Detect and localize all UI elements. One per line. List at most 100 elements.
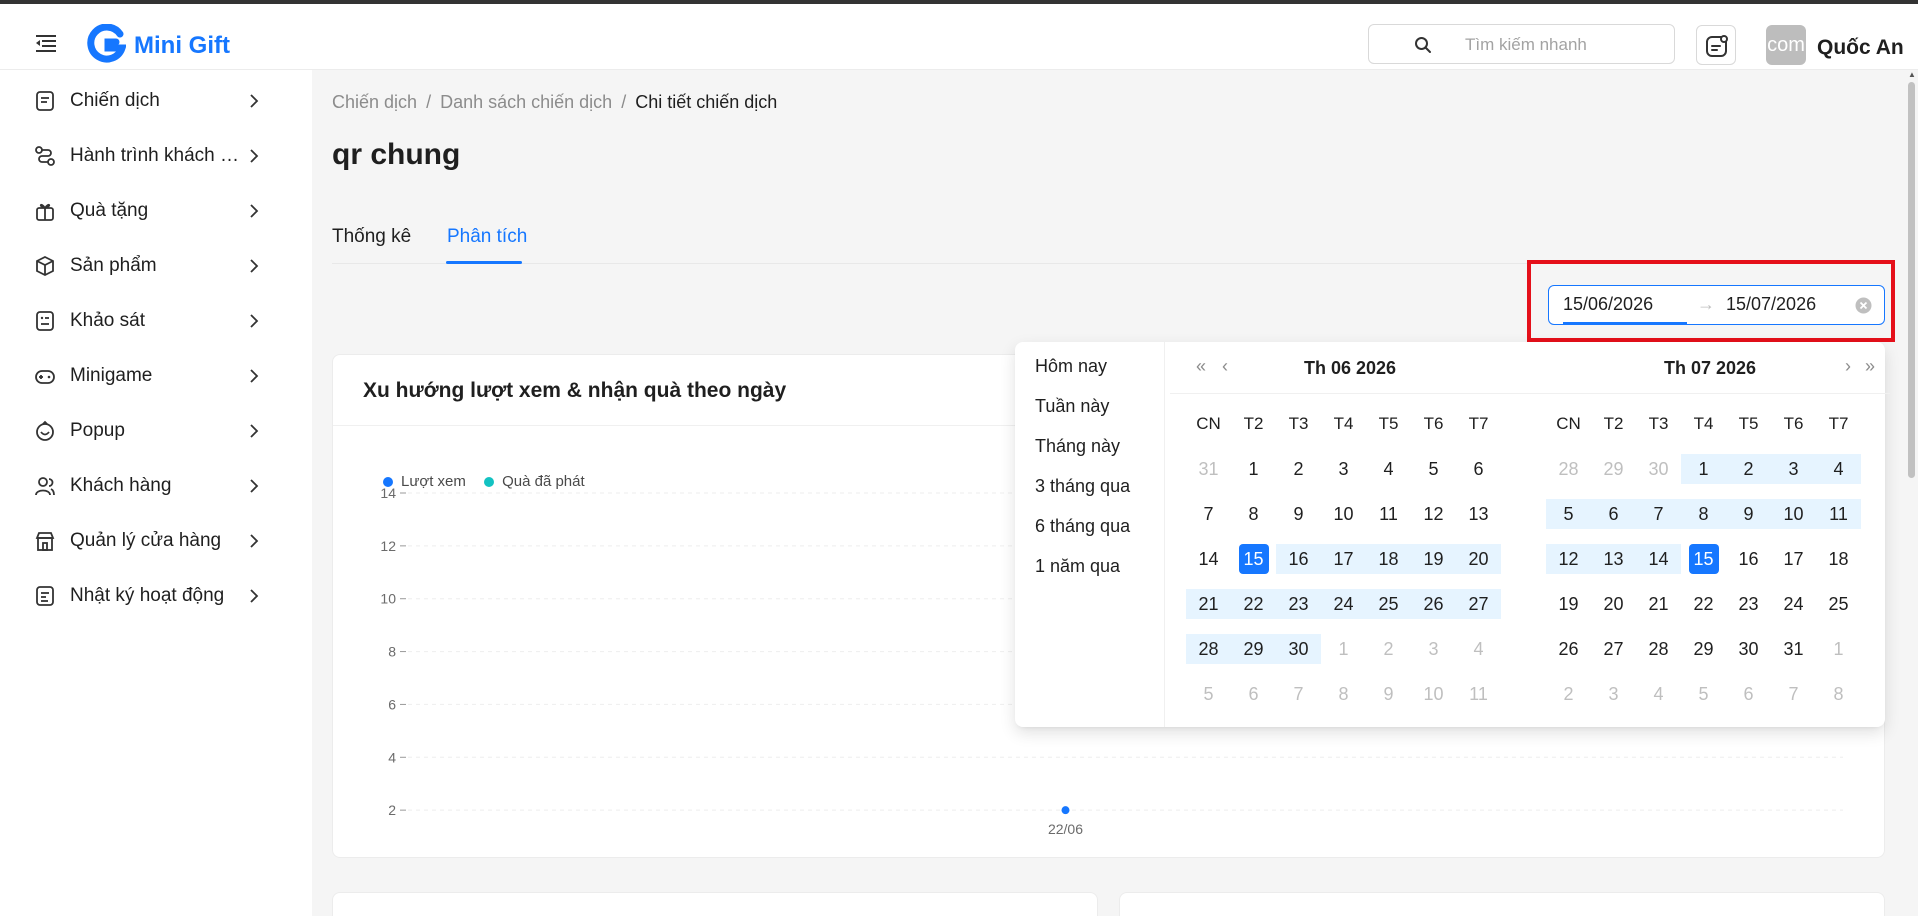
scroll-thumb[interactable] bbox=[1908, 82, 1915, 478]
calendar-day-cell[interactable]: 4 bbox=[1636, 679, 1681, 709]
calendar-day-cell[interactable]: 15 bbox=[1681, 544, 1726, 574]
calendar-day-cell[interactable]: 20 bbox=[1591, 589, 1636, 619]
calendar-day-cell[interactable]: 26 bbox=[1546, 634, 1591, 664]
calendar-day-cell[interactable]: 28 bbox=[1186, 634, 1231, 664]
preset-this-week[interactable]: Tuần này bbox=[1035, 396, 1109, 417]
sidebar-item-campaign[interactable]: Chiến dịch bbox=[0, 76, 312, 126]
calendar-day-cell[interactable]: 18 bbox=[1816, 544, 1861, 574]
range-start-input[interactable]: 15/06/2026 bbox=[1563, 294, 1653, 315]
calendar-day-cell[interactable]: 12 bbox=[1411, 499, 1456, 529]
calendar-day-cell[interactable]: 23 bbox=[1726, 589, 1771, 619]
calendar-day-cell[interactable]: 23 bbox=[1276, 589, 1321, 619]
calendar-day-cell[interactable]: 7 bbox=[1771, 679, 1816, 709]
calendar-day-cell[interactable]: 5 bbox=[1411, 454, 1456, 484]
breadcrumb-item-campaign[interactable]: Chiến dịch bbox=[332, 92, 417, 112]
calendar-day-cell[interactable]: 2 bbox=[1276, 454, 1321, 484]
calendar-day-cell[interactable]: 22 bbox=[1681, 589, 1726, 619]
next-month-icon[interactable]: › bbox=[1845, 356, 1851, 377]
calendar-day-cell[interactable]: 29 bbox=[1591, 454, 1636, 484]
calendar-day-cell[interactable]: 17 bbox=[1321, 544, 1366, 574]
calendar-day-cell[interactable]: 24 bbox=[1771, 589, 1816, 619]
calendar-day-cell[interactable]: 8 bbox=[1321, 679, 1366, 709]
sidebar-item-gifts[interactable]: Quà tặng bbox=[0, 186, 312, 236]
calendar-day-cell[interactable]: 13 bbox=[1591, 544, 1636, 574]
calendar-day-cell[interactable]: 19 bbox=[1411, 544, 1456, 574]
calendar-day-cell[interactable]: 21 bbox=[1186, 589, 1231, 619]
calendar-day-cell[interactable]: 10 bbox=[1771, 499, 1816, 529]
calendar-day-cell[interactable]: 11 bbox=[1366, 499, 1411, 529]
calendar-day-cell[interactable]: 31 bbox=[1186, 454, 1231, 484]
calendar-day-cell[interactable]: 13 bbox=[1456, 499, 1501, 529]
calendar-day-cell[interactable]: 12 bbox=[1546, 544, 1591, 574]
calendar-day-cell[interactable]: 28 bbox=[1546, 454, 1591, 484]
calendar-day-cell[interactable]: 26 bbox=[1411, 589, 1456, 619]
sidebar-item-minigame[interactable]: Minigame bbox=[0, 351, 312, 401]
next-year-icon[interactable]: » bbox=[1865, 356, 1875, 377]
calendar-day-cell[interactable]: 8 bbox=[1681, 499, 1726, 529]
calendar-day-cell[interactable]: 8 bbox=[1231, 499, 1276, 529]
preset-last-year[interactable]: 1 năm qua bbox=[1035, 556, 1120, 577]
calendar-day-cell[interactable]: 1 bbox=[1321, 634, 1366, 664]
calendar-day-cell[interactable]: 18 bbox=[1366, 544, 1411, 574]
scroll-up-arrow-icon[interactable]: ▲ bbox=[1908, 70, 1916, 79]
quick-search[interactable] bbox=[1368, 24, 1675, 64]
calendar-day-cell[interactable]: 25 bbox=[1816, 589, 1861, 619]
calendar-day-cell[interactable]: 3 bbox=[1591, 679, 1636, 709]
tab-analysis[interactable]: Phân tích bbox=[447, 226, 527, 248]
calendar-day-cell[interactable]: 3 bbox=[1321, 454, 1366, 484]
calendar-day-cell[interactable]: 7 bbox=[1636, 499, 1681, 529]
month-title[interactable]: Th 06 2026 bbox=[1170, 358, 1530, 379]
search-input[interactable] bbox=[1465, 33, 1655, 57]
date-range-picker[interactable]: 15/06/2026 → 15/07/2026 bbox=[1548, 285, 1885, 325]
calendar-day-cell[interactable]: 7 bbox=[1276, 679, 1321, 709]
calendar-day-cell[interactable]: 4 bbox=[1456, 634, 1501, 664]
month-title[interactable]: Th 07 2026 bbox=[1530, 358, 1890, 379]
calendar-day-cell[interactable]: 5 bbox=[1681, 679, 1726, 709]
sidebar-item-activity-log[interactable]: Nhật ký hoạt động bbox=[0, 571, 312, 621]
preset-last-3-months[interactable]: 3 tháng qua bbox=[1035, 476, 1130, 497]
calendar-day-cell[interactable]: 6 bbox=[1456, 454, 1501, 484]
calendar-day-cell[interactable]: 24 bbox=[1321, 589, 1366, 619]
calendar-day-cell[interactable]: 1 bbox=[1231, 454, 1276, 484]
user-name[interactable]: Quốc An bbox=[1817, 36, 1904, 60]
calendar-day-cell[interactable]: 20 bbox=[1456, 544, 1501, 574]
calendar-day-cell[interactable]: 25 bbox=[1366, 589, 1411, 619]
calendar-day-cell[interactable]: 28 bbox=[1636, 634, 1681, 664]
notification-button[interactable] bbox=[1696, 25, 1736, 65]
calendar-day-cell[interactable]: 10 bbox=[1321, 499, 1366, 529]
calendar-day-cell[interactable]: 9 bbox=[1366, 679, 1411, 709]
calendar-day-cell[interactable]: 2 bbox=[1366, 634, 1411, 664]
calendar-day-cell[interactable]: 7 bbox=[1186, 499, 1231, 529]
calendar-day-cell[interactable]: 5 bbox=[1546, 499, 1591, 529]
menu-toggle-icon[interactable] bbox=[36, 34, 56, 52]
calendar-day-cell[interactable]: 4 bbox=[1816, 454, 1861, 484]
calendar-day-cell[interactable]: 11 bbox=[1456, 679, 1501, 709]
page-scrollbar[interactable]: ▲ bbox=[1905, 70, 1918, 916]
breadcrumb-item-campaign-list[interactable]: Danh sách chiến dịch bbox=[440, 92, 612, 112]
calendar-day-cell[interactable]: 2 bbox=[1726, 454, 1771, 484]
sidebar-item-popup[interactable]: Popup bbox=[0, 406, 312, 456]
calendar-day-cell[interactable]: 30 bbox=[1726, 634, 1771, 664]
calendar-day-cell[interactable]: 6 bbox=[1726, 679, 1771, 709]
calendar-day-cell[interactable]: 14 bbox=[1186, 544, 1231, 574]
calendar-day-cell[interactable]: 30 bbox=[1636, 454, 1681, 484]
preset-this-month[interactable]: Tháng này bbox=[1035, 436, 1120, 457]
calendar-day-cell[interactable]: 31 bbox=[1771, 634, 1816, 664]
clear-icon[interactable] bbox=[1855, 297, 1872, 314]
calendar-day-cell[interactable]: 3 bbox=[1411, 634, 1456, 664]
calendar-day-cell[interactable]: 29 bbox=[1681, 634, 1726, 664]
calendar-day-cell[interactable]: 4 bbox=[1366, 454, 1411, 484]
calendar-day-cell[interactable]: 14 bbox=[1636, 544, 1681, 574]
preset-last-6-months[interactable]: 6 tháng qua bbox=[1035, 516, 1130, 537]
views-data-point[interactable] bbox=[1061, 806, 1070, 815]
calendar-day-cell[interactable]: 6 bbox=[1231, 679, 1276, 709]
calendar-day-cell[interactable]: 9 bbox=[1726, 499, 1771, 529]
calendar-day-cell[interactable]: 19 bbox=[1546, 589, 1591, 619]
calendar-day-cell[interactable]: 21 bbox=[1636, 589, 1681, 619]
calendar-day-cell[interactable]: 5 bbox=[1186, 679, 1231, 709]
calendar-day-cell[interactable]: 11 bbox=[1816, 499, 1861, 529]
calendar-day-cell[interactable]: 29 bbox=[1231, 634, 1276, 664]
sidebar-item-journey[interactable]: Hành trình khách hàng bbox=[0, 131, 312, 181]
calendar-day-cell[interactable]: 27 bbox=[1456, 589, 1501, 619]
calendar-day-cell[interactable]: 2 bbox=[1546, 679, 1591, 709]
